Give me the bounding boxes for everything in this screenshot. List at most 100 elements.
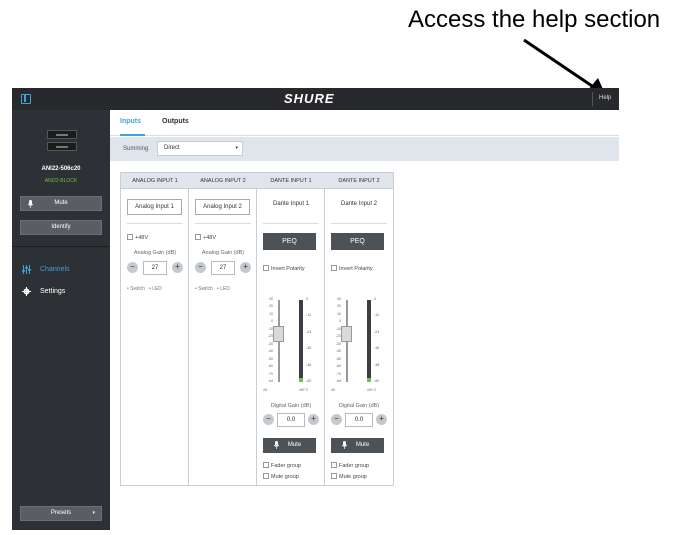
mute-group-toggle[interactable]: Mute group xyxy=(331,473,367,480)
main-content: Inputs Outputs Summing Direct ▾ ANALOG I… xyxy=(110,110,619,530)
decrease-button[interactable]: − xyxy=(127,262,138,273)
decrease-button[interactable]: − xyxy=(195,262,206,273)
fader-scale-tick: 10 xyxy=(269,311,273,316)
checkbox[interactable] xyxy=(263,473,269,479)
fader-scale-tick: -70 xyxy=(335,371,341,376)
sidebar-item-channels[interactable]: Channels xyxy=(12,263,110,277)
meter-scale-tick: -12 xyxy=(374,313,380,318)
channel-name-field[interactable]: Analog Input 1 xyxy=(127,199,182,215)
digital-gain-stepper[interactable]: − 0.0 + xyxy=(263,413,319,427)
summing-select[interactable]: Direct ▾ xyxy=(157,141,243,156)
fader-handle[interactable] xyxy=(341,326,352,342)
channel-strip-analog-2: ANALOG INPUT 2 Analog Input 2 +48V Analo… xyxy=(189,173,257,485)
fader-group-toggle[interactable]: Fader group xyxy=(331,462,369,469)
invert-polarity-toggle[interactable]: Invert Polarity xyxy=(263,265,305,272)
peq-button[interactable]: PEQ xyxy=(263,233,316,250)
phantom-power-toggle[interactable]: +48V xyxy=(127,234,148,241)
decrease-button[interactable]: − xyxy=(263,414,274,425)
fader-scale-tick: 10 xyxy=(337,311,341,316)
meter-scale-tick: -12 xyxy=(306,313,312,318)
meter-unit-label: dBFS xyxy=(299,388,308,392)
peq-button[interactable]: PEQ xyxy=(331,233,384,250)
help-link[interactable]: Help xyxy=(599,95,611,101)
meter-scale-tick: -24 xyxy=(306,329,312,334)
fader-group-label: Fader group xyxy=(271,463,301,469)
sidebar-item-label: Channels xyxy=(40,266,70,273)
switch-label: Switch xyxy=(130,286,145,292)
fader-meter: 30 20 10 0 -10 -20 -30 -40 -50 -60 -70 -inf 0 -12 -24… xyxy=(263,297,321,394)
increase-button[interactable]: + xyxy=(172,262,183,273)
divider xyxy=(331,223,387,224)
checkbox[interactable] xyxy=(263,462,269,468)
fader-handle[interactable] xyxy=(273,326,284,342)
increase-button[interactable]: + xyxy=(308,414,319,425)
digital-gain-label: Digital Gain (dB) xyxy=(338,403,380,409)
checkbox[interactable] xyxy=(263,265,269,271)
meter-scale-tick: -60 xyxy=(374,379,380,383)
divider xyxy=(127,223,183,224)
sidebar-toggle-icon[interactable] xyxy=(21,94,31,104)
checkbox[interactable] xyxy=(331,462,337,468)
meter-scale-tick: -48 xyxy=(374,362,380,367)
channel-mute-button[interactable]: Mute xyxy=(263,438,316,453)
identify-button[interactable]: Identify xyxy=(20,220,102,235)
analog-gain-stepper[interactable]: − 27 + xyxy=(127,261,183,275)
analog-gain-label: Analog Gain (dB) xyxy=(201,250,245,256)
invert-polarity-toggle[interactable]: Invert Polarity xyxy=(331,265,373,272)
presets-button[interactable]: Presets ▾ xyxy=(20,506,102,521)
checkbox[interactable] xyxy=(331,265,337,271)
channel-header: DANTE INPUT 2 xyxy=(325,173,393,189)
tab-outputs[interactable]: Outputs xyxy=(162,118,189,125)
channel-strip-dante-1: DANTE INPUT 1 Dante Input 1 PEQ Invert P… xyxy=(257,173,325,485)
checkbox[interactable] xyxy=(331,473,337,479)
brand-logo: SHURE xyxy=(284,91,335,106)
fader-scale-tick: -inf xyxy=(336,379,341,383)
fader-scale-tick: -70 xyxy=(267,371,273,376)
channel-name-field[interactable]: Analog Input 2 xyxy=(195,199,250,215)
increase-button[interactable]: + xyxy=(240,262,251,273)
fader-group-toggle[interactable]: Fader group xyxy=(263,462,301,469)
phantom-power-toggle[interactable]: +48V xyxy=(195,234,216,241)
tab-inputs[interactable]: Inputs xyxy=(120,118,141,125)
level-meter xyxy=(299,300,303,382)
fader-scale-tick: 20 xyxy=(337,304,341,309)
active-tab-indicator xyxy=(120,134,145,136)
fader-scale-tick: -60 xyxy=(267,364,273,369)
fader-scale-tick: -inf xyxy=(268,379,273,383)
gain-value[interactable]: 0.0 xyxy=(277,413,305,427)
sidebar-item-settings[interactable]: Settings xyxy=(12,285,110,299)
invert-polarity-label: Invert Polarity xyxy=(271,266,305,272)
gain-value[interactable]: 27 xyxy=(211,261,235,275)
fader-scale-tick: -40 xyxy=(267,349,273,354)
phantom-power-label: +48V xyxy=(203,235,216,241)
mute-group-label: Mute group xyxy=(271,474,299,480)
gain-value[interactable]: 27 xyxy=(143,261,167,275)
device-image xyxy=(47,130,77,152)
channel-mute-label: Mute xyxy=(287,442,302,448)
decrease-button[interactable]: − xyxy=(331,414,342,425)
app-window: SHURE Help ANI22-506c20 ANI22-BLOCK Mute… xyxy=(12,88,619,530)
presets-label: Presets xyxy=(50,510,72,516)
invert-polarity-label: Invert Polarity xyxy=(339,266,373,272)
analog-gain-stepper[interactable]: − 27 + xyxy=(195,261,251,275)
channel-header: ANALOG INPUT 2 xyxy=(189,173,257,189)
fader-group-label: Fader group xyxy=(339,463,369,469)
checkbox[interactable] xyxy=(195,234,201,240)
gain-value[interactable]: 0.0 xyxy=(345,413,373,427)
channel-name: Dante Input 2 xyxy=(340,201,378,207)
help-callout-text: Access the help section xyxy=(408,6,661,33)
summing-value: Direct xyxy=(164,145,180,151)
checkbox[interactable] xyxy=(127,234,133,240)
digital-gain-stepper[interactable]: − 0.0 + xyxy=(331,413,387,427)
meter-scale-tick: 0 xyxy=(306,297,308,301)
device-mute-button[interactable]: Mute xyxy=(20,196,102,211)
channel-mute-button[interactable]: Mute xyxy=(331,438,384,453)
microphone-icon xyxy=(27,200,34,208)
fader-unit-label: dB xyxy=(331,388,336,392)
channel-mute-label: Mute xyxy=(355,442,370,448)
mute-group-toggle[interactable]: Mute group xyxy=(263,473,299,480)
increase-button[interactable]: + xyxy=(376,414,387,425)
fader-scale-tick: 0 xyxy=(271,319,273,324)
divider xyxy=(263,223,319,224)
channel-header: ANALOG INPUT 1 xyxy=(121,173,189,189)
